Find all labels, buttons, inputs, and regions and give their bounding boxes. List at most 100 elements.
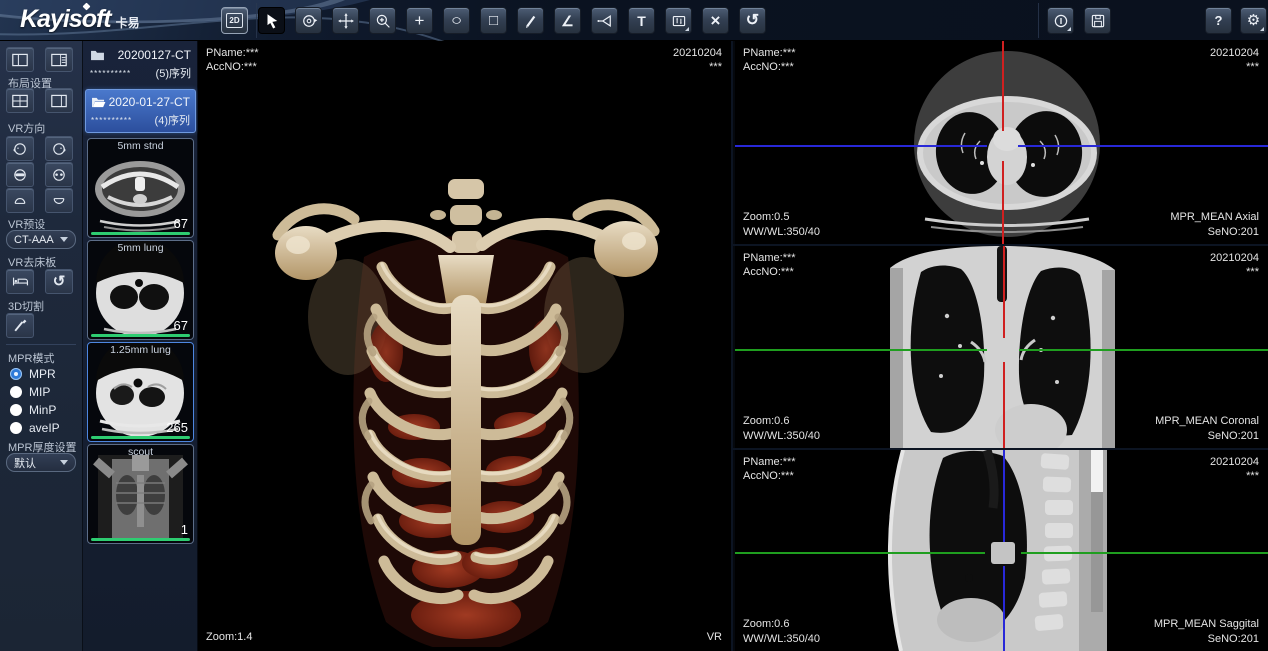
angle-tool-button[interactable]: ∠	[554, 7, 581, 34]
window-level-overlay: WW/WL:350/40	[743, 633, 820, 645]
vr-head-top-button[interactable]	[6, 188, 34, 213]
crosshair-locate-button[interactable]: +	[406, 7, 433, 34]
head-right-icon	[51, 141, 67, 157]
delete-annotation-button[interactable]: ×	[702, 7, 729, 34]
zoom-tool-button[interactable]	[369, 7, 396, 34]
ellipse-roi-button[interactable]: ○	[443, 7, 470, 34]
radio-icon	[10, 422, 22, 434]
thumbnail-image-count: 1	[181, 522, 188, 537]
mpr-mode-radio-mpr[interactable]: MPR	[10, 367, 56, 381]
text-annotation-button[interactable]: T	[628, 7, 655, 34]
mpr-mode-radio-mip[interactable]: MIP	[10, 385, 50, 399]
settings-button[interactable]: ⚙	[1240, 7, 1267, 34]
layout-report-button[interactable]	[45, 47, 73, 72]
study-item-1[interactable]: 20200127-CT ********** (5)序列	[85, 43, 196, 85]
zoom-overlay: Zoom:1.4	[206, 631, 252, 643]
accession-overlay: AccNO:***	[743, 470, 794, 482]
thumbnail-label: 5mm stnd	[88, 140, 193, 152]
logo-cn-text: 卡易	[116, 14, 140, 31]
radio-label: aveIP	[29, 421, 60, 435]
load-progress-bar	[91, 334, 190, 337]
help-icon: ?	[1215, 14, 1223, 27]
mpr-mode-radio-minp[interactable]: MinP	[10, 403, 56, 417]
coronal-crosshair-horizontal-left[interactable]	[735, 349, 987, 351]
layout-2x2-button[interactable]	[6, 88, 34, 113]
window-level-overlay: WW/WL:350/40	[743, 226, 820, 238]
series-number-overlay: SeNO:201	[1208, 633, 1259, 645]
reset-view-button[interactable]: ↺	[739, 7, 766, 34]
series-thumbnail-125mm-lung[interactable]: 1.25mm lung 265	[87, 342, 194, 442]
series-thumbnail-scout[interactable]: scout 1	[87, 444, 194, 544]
save-button[interactable]	[1084, 7, 1111, 34]
measure-length-button[interactable]	[517, 7, 544, 34]
vr-3d-viewport[interactable]: PName:*** AccNO:*** 20210204 *** Zoom:1.…	[198, 41, 733, 651]
angle-icon: ∠	[561, 14, 574, 28]
mpr-mode-radio-aveip[interactable]: aveIP	[10, 421, 60, 435]
zoom-overlay: Zoom:0.6	[743, 415, 789, 427]
coronal-crosshair-vertical-bottom[interactable]	[1003, 362, 1005, 448]
mpr-axial-viewport[interactable]: PName:*** AccNO:*** 20210204 *** Zoom:0.…	[735, 41, 1268, 244]
scout-thumb-image	[88, 445, 193, 543]
cursor-tool-button[interactable]	[258, 7, 285, 34]
axial-crosshair-horizontal-right[interactable]	[1018, 145, 1268, 147]
open-folder-icon	[91, 96, 106, 108]
axial-crosshair-vertical-top[interactable]	[1002, 41, 1004, 131]
accession-overlay: AccNO:***	[743, 61, 794, 73]
sagittal-crosshair-vertical-bottom[interactable]	[1003, 566, 1005, 651]
sagittal-crosshair-vertical-top[interactable]	[1003, 450, 1005, 542]
chevron-down-icon	[60, 460, 68, 465]
app-logo: Kayisoft 卡易	[20, 5, 140, 34]
rotate-3d-button[interactable]	[295, 7, 322, 34]
vr-head-bottom-button[interactable]	[45, 188, 73, 213]
series-layout-button[interactable]: 2D	[221, 7, 248, 34]
vr-head-back-button[interactable]	[45, 162, 73, 187]
cursor-icon	[263, 12, 281, 30]
thumbnail-image-count: 67	[174, 318, 188, 333]
mpr-thickness-select[interactable]: 默认	[6, 453, 76, 472]
series-thumbnail-5mm-lung[interactable]: 5mm lung 67	[87, 240, 194, 340]
mpr-coronal-viewport[interactable]: PName:*** AccNO:*** 20210204 *** Zoom:0.…	[735, 246, 1268, 448]
vr-head-left-button[interactable]	[6, 136, 34, 161]
layout-single-icon	[12, 53, 28, 67]
study-item-2-selected[interactable]: 2020-01-27-CT ********** (4)序列	[85, 89, 196, 133]
scalpel-icon	[12, 318, 28, 334]
thumbnail-label: 5mm lung	[88, 242, 193, 254]
coronal-crosshair-vertical-top[interactable]	[1003, 246, 1005, 338]
rectangle-icon: □	[489, 13, 498, 28]
vr-ribcage-rendering	[236, 117, 696, 647]
vr-preset-select[interactable]: CT-AAA	[6, 230, 76, 249]
sagittal-crosshair-horizontal-left[interactable]	[735, 552, 985, 554]
pan-tool-button[interactable]	[332, 7, 359, 34]
ellipse-icon: ○	[451, 13, 462, 28]
mpr-sagittal-viewport[interactable]: PName:*** AccNO:*** 20210204 *** Zoom:0.…	[735, 450, 1268, 651]
axial-crosshair-horizontal-left[interactable]	[735, 145, 987, 147]
study-series-count: (5)序列	[156, 65, 191, 81]
accession-overlay: AccNO:***	[206, 61, 257, 73]
restore-bed-button[interactable]: ↺	[45, 269, 73, 294]
rotate-3d-icon	[300, 12, 318, 30]
toolbar-separator	[256, 3, 257, 38]
window-level-button[interactable]	[665, 7, 692, 34]
radio-label: MinP	[29, 403, 56, 417]
rectangle-roi-button[interactable]: □	[480, 7, 507, 34]
axial-crosshair-vertical-bottom[interactable]	[1002, 161, 1004, 244]
scalpel-cut-button[interactable]	[6, 313, 34, 338]
sagittal-crosshair-horizontal-right[interactable]	[1021, 552, 1268, 554]
vr-head-front-button[interactable]	[6, 162, 34, 187]
help-button[interactable]: ?	[1205, 7, 1232, 34]
plane-overlay: MPR_MEAN Coronal	[1155, 415, 1259, 427]
head-top-icon	[12, 193, 28, 209]
info-button[interactable]	[1047, 7, 1074, 34]
vr-head-right-button[interactable]	[45, 136, 73, 161]
remove-bed-button[interactable]	[6, 269, 34, 294]
series-thumbnail-5mm-stnd[interactable]: 5mm stnd 67	[87, 138, 194, 238]
coronal-crosshair-horizontal-right[interactable]	[1019, 349, 1268, 351]
cobb-angle-button[interactable]	[591, 7, 618, 34]
layout-1x1-button[interactable]	[6, 47, 34, 72]
bed-icon	[12, 274, 29, 289]
study-masked-name: **********	[91, 116, 132, 125]
layout-list-icon	[51, 53, 67, 67]
sidebar-divider	[6, 344, 76, 345]
toolbar-separator	[1038, 3, 1039, 38]
layout-1x2-button[interactable]	[45, 88, 73, 113]
